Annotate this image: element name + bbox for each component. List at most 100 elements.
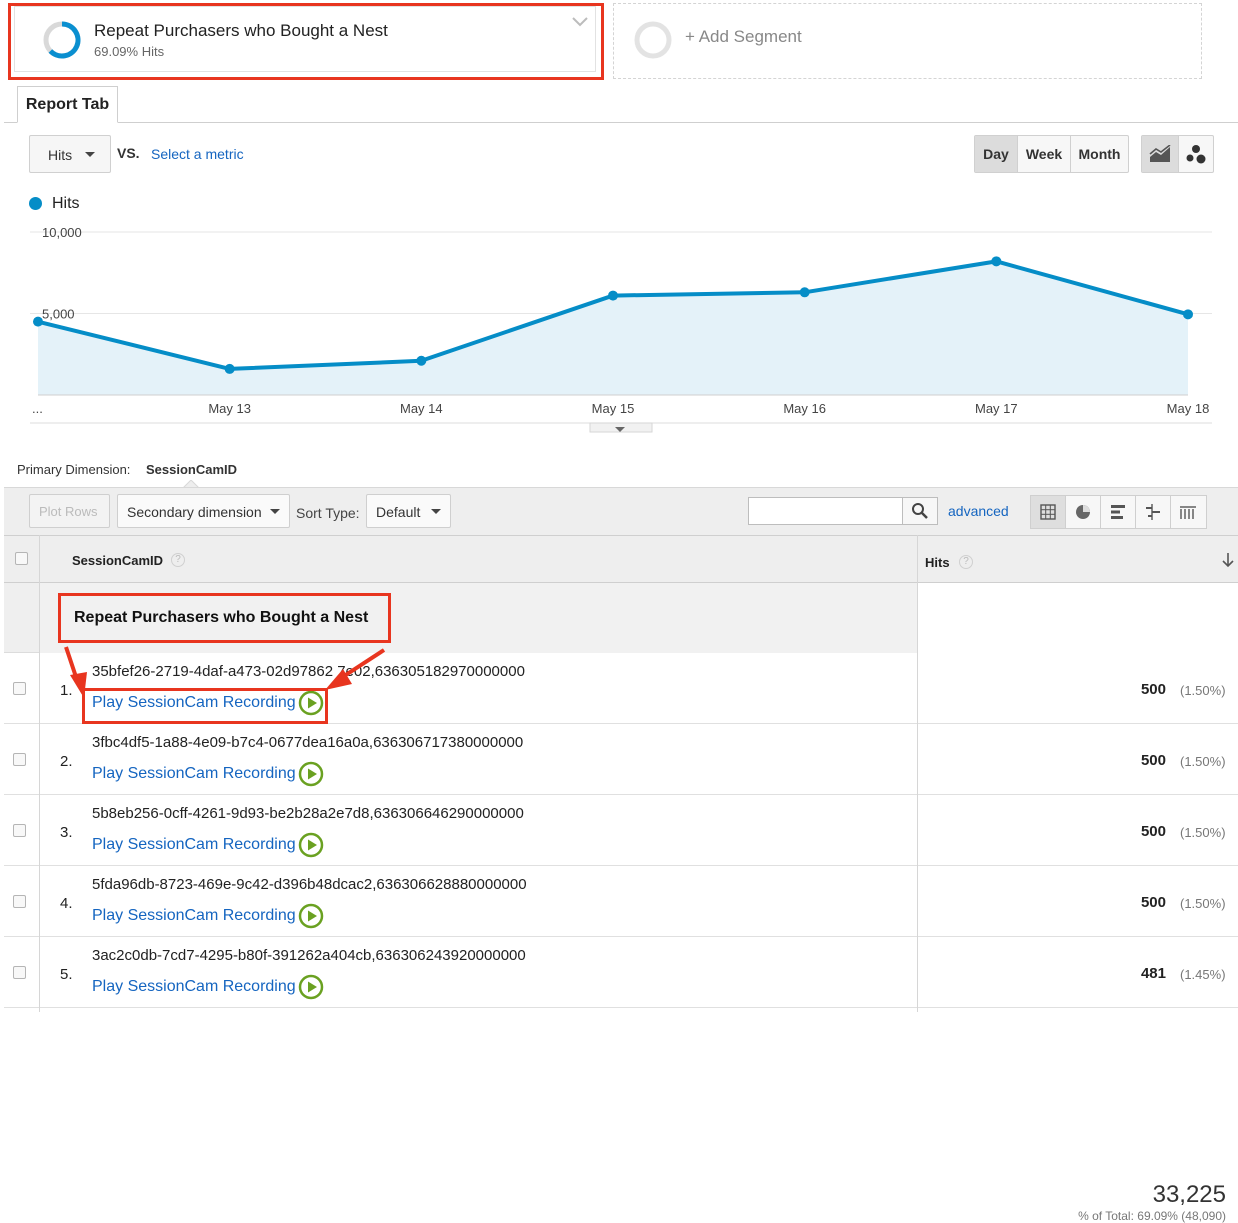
search-button[interactable]	[902, 497, 938, 525]
x-tick-label: May 18	[1167, 401, 1210, 416]
view-pie-button[interactable]	[1066, 496, 1101, 528]
play-icon[interactable]	[298, 974, 324, 1000]
row-checkbox[interactable]	[13, 966, 26, 979]
add-segment-button[interactable]: + Add Segment	[685, 27, 802, 47]
y-tick-label: 5,000	[42, 307, 75, 322]
play-recording-link[interactable]: Play SessionCam Recording	[92, 836, 296, 854]
primary-dimension-value[interactable]: SessionCamID	[146, 462, 237, 477]
column-header-sessioncamid[interactable]: SessionCamID	[72, 553, 163, 568]
segment-subtitle: 69.09% Hits	[94, 44, 165, 59]
bubble-chart-icon	[1186, 145, 1206, 164]
play-recording-link[interactable]: Play SessionCam Recording	[92, 765, 296, 783]
sort-type-dropdown[interactable]: Default	[366, 494, 451, 528]
row-checkbox[interactable]	[13, 753, 26, 766]
table-view-toggle	[1030, 495, 1207, 529]
row-checkbox[interactable]	[13, 682, 26, 695]
period-month-button[interactable]: Month	[1071, 136, 1128, 172]
metric-dropdown[interactable]: Hits	[29, 135, 111, 173]
row-checkbox[interactable]	[13, 824, 26, 837]
secondary-dimension-label: Secondary dimension	[127, 504, 262, 520]
help-icon[interactable]: ?	[171, 553, 185, 567]
series-area	[38, 261, 1188, 395]
select-metric-link[interactable]: Select a metric	[151, 146, 244, 162]
pivot-icon	[1180, 506, 1196, 519]
search-icon	[912, 503, 928, 519]
data-point	[799, 287, 810, 298]
bar-list-icon	[1111, 505, 1125, 519]
help-icon[interactable]: ?	[959, 555, 973, 569]
row-hits: 500	[1140, 823, 1166, 840]
play-recording-link[interactable]: Play SessionCam Recording	[92, 907, 296, 925]
x-tick-label: ...	[32, 401, 43, 416]
tab-divider	[4, 122, 1238, 123]
view-performance-button[interactable]	[1101, 496, 1136, 528]
row-index: 2.	[60, 753, 73, 770]
empty-segment-icon	[634, 21, 672, 59]
session-id[interactable]: 5b8eb256-0cff-4261-9d93-be2b28a2e7d8,636…	[92, 805, 524, 822]
segment-total-percent: % of Total: 69.09% (48,090)	[1078, 1209, 1226, 1223]
data-point	[991, 256, 1002, 267]
period-toggle: Day Week Month	[974, 135, 1129, 173]
select-all-checkbox[interactable]	[15, 552, 28, 565]
advanced-filter-link[interactable]: advanced	[948, 503, 1009, 519]
plot-rows-label: Plot Rows	[39, 504, 98, 519]
row-hits: 500	[1140, 681, 1166, 698]
column-separator	[917, 535, 918, 1012]
caret-down-icon	[85, 152, 95, 157]
sort-descending-icon[interactable]	[1222, 552, 1234, 568]
session-id[interactable]: 5fda96db-8723-469e-9c42-d396b48dcac2,636…	[92, 876, 527, 893]
secondary-dimension-dropdown[interactable]: Secondary dimension	[117, 494, 290, 528]
chevron-down-icon[interactable]	[571, 16, 589, 28]
view-pivot-button[interactable]	[1171, 496, 1206, 528]
grid-icon	[1040, 504, 1056, 520]
column-header-hits[interactable]: Hits	[925, 555, 950, 570]
play-link-highlight-box	[82, 688, 328, 724]
row-hits-percent: (1.50%)	[1180, 825, 1226, 840]
line-chart-icon	[1149, 145, 1171, 162]
play-icon[interactable]	[298, 903, 324, 929]
vs-label: VS.	[117, 145, 140, 161]
row-hits: 481	[1140, 965, 1166, 982]
data-point	[224, 363, 235, 374]
primary-dimension-label: Primary Dimension:	[17, 462, 131, 477]
plot-rows-button[interactable]: Plot Rows	[29, 494, 110, 528]
table-row: 5. 3ac2c0db-7cd7-4295-b80f-391262a404cb,…	[4, 937, 1238, 1008]
period-week-button[interactable]: Week	[1018, 136, 1071, 172]
table-search-input[interactable]	[748, 497, 903, 525]
period-day-button[interactable]: Day	[975, 136, 1018, 172]
legend-hits-label: Hits	[52, 195, 80, 212]
comparison-icon	[1146, 504, 1160, 520]
pie-icon	[1076, 505, 1090, 519]
row-index: 5.	[60, 966, 73, 983]
x-tick-label: May 17	[975, 401, 1018, 416]
row-hits-percent: (1.50%)	[1180, 896, 1226, 911]
row-hits: 500	[1140, 894, 1166, 911]
segment-total-value-cell: 33,225 % of Total: 69.09% (48,090)	[918, 583, 1238, 1223]
view-comparison-button[interactable]	[1136, 496, 1171, 528]
hits-line-chart: 10,000 5,000... May 13 May 14 May 15 May 16 Ma…	[30, 225, 1212, 433]
line-chart-button[interactable]	[1142, 136, 1179, 172]
chart-type-toggle	[1141, 135, 1214, 173]
row-hits-percent: (1.50%)	[1180, 683, 1226, 698]
segment-donut-icon	[43, 21, 81, 59]
play-icon[interactable]	[298, 761, 324, 787]
legend-hits-marker	[29, 197, 42, 210]
segment-total-hits: 33,225	[1152, 1181, 1226, 1208]
segment-row-highlight-box	[58, 593, 391, 643]
session-id[interactable]: 35bfef26-2719-4daf-a473-02d97862 7e02,63…	[92, 663, 525, 680]
row-hits-percent: (1.50%)	[1180, 754, 1226, 769]
play-icon[interactable]	[298, 832, 324, 858]
sort-type-value: Default	[376, 504, 421, 520]
metric-dropdown-label: Hits	[48, 147, 73, 163]
tab-report[interactable]: Report Tab	[17, 86, 118, 123]
table-row: 2. 3fbc4df5-1a88-4e09-b7c4-0677dea16a0a,…	[4, 724, 1238, 795]
caret-down-icon	[270, 509, 280, 514]
motion-chart-button[interactable]	[1179, 136, 1213, 172]
session-id[interactable]: 3fbc4df5-1a88-4e09-b7c4-0677dea16a0a,636…	[92, 734, 523, 751]
play-recording-link[interactable]: Play SessionCam Recording	[92, 978, 296, 996]
row-checkbox[interactable]	[13, 895, 26, 908]
table-row: 3. 5b8eb256-0cff-4261-9d93-be2b28a2e7d8,…	[4, 795, 1238, 866]
view-data-button[interactable]	[1031, 496, 1066, 528]
data-point	[608, 290, 618, 301]
session-id[interactable]: 3ac2c0db-7cd7-4295-b80f-391262a404cb,636…	[92, 947, 526, 964]
